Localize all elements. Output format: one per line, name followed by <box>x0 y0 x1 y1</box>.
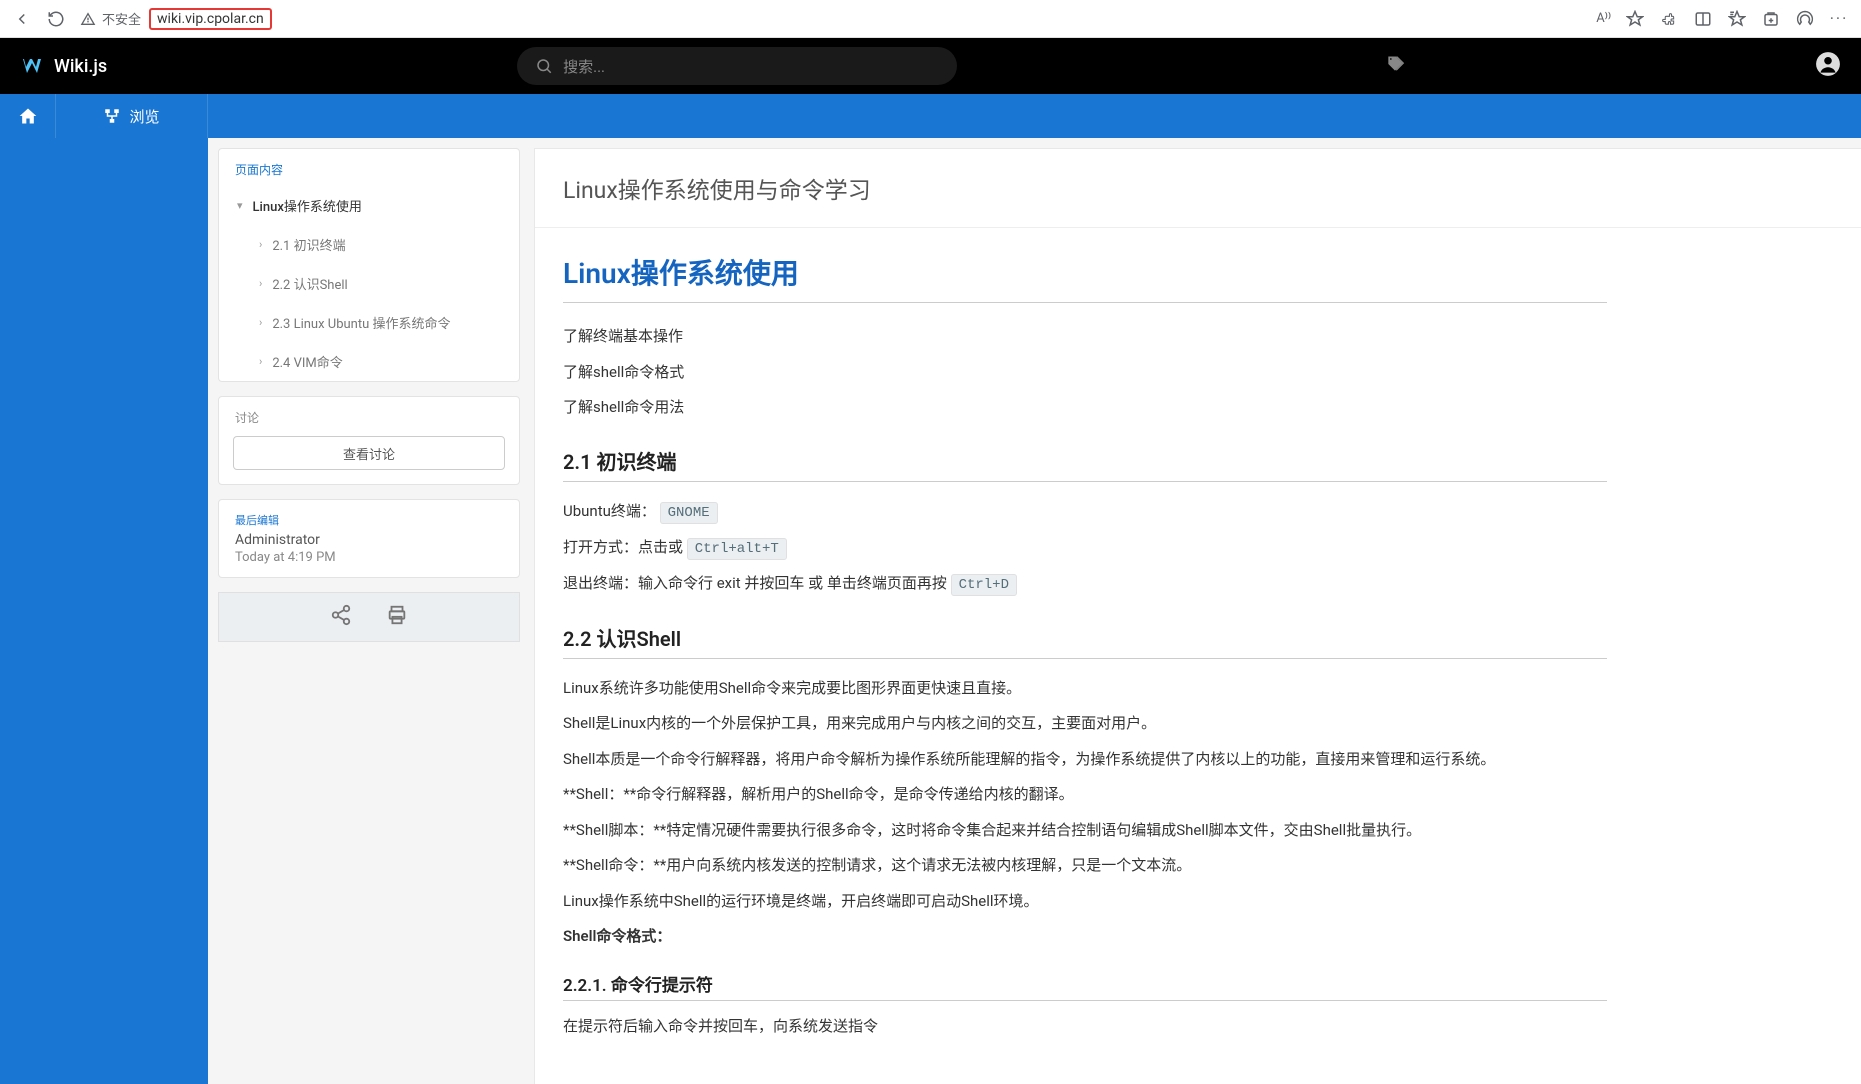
site-name: Wiki.js <box>54 56 107 77</box>
print-icon[interactable] <box>386 604 408 630</box>
chevron-down-icon: ▾ <box>237 199 243 212</box>
left-panels: 页面内容 ▾ Linux操作系统使用 › 2.1 初识终端 › 2.2 认识Sh… <box>218 148 520 642</box>
search-container: 搜索... <box>517 47 957 85</box>
heading-2: 2.1 初识终端 <box>563 446 1607 482</box>
toc-item[interactable]: ▾ Linux操作系统使用 <box>219 186 519 225</box>
page-header: Linux操作系统使用与命令学习 <box>535 149 1861 228</box>
paragraph: Shell命令格式： <box>563 921 1607 953</box>
paragraph: Linux系统许多功能使用Shell命令来完成要比图形界面更快速且直接。 <box>563 673 1607 705</box>
favorite-icon[interactable] <box>1625 9 1645 29</box>
browser-bar: 不安全 wiki.vip.cpolar.cn A⁾⁾ ··· <box>0 0 1861 38</box>
toc-item[interactable]: › 2.2 认识Shell <box>219 264 519 303</box>
toc-item[interactable]: › 2.1 初识终端 <box>219 225 519 264</box>
split-screen-icon[interactable] <box>1693 9 1713 29</box>
insecure-badge: 不安全 <box>80 9 141 28</box>
toc-item-label: 2.1 初识终端 <box>272 235 345 254</box>
toc-title: 页面内容 <box>219 149 519 186</box>
logo-icon <box>20 54 44 78</box>
collections-icon[interactable] <box>1761 9 1781 29</box>
text: Ubuntu终端： <box>563 502 656 520</box>
toc-item-label: Linux操作系统使用 <box>253 196 362 215</box>
paragraph: 打开方式：点击或 Ctrl+alt+T <box>563 532 1607 564</box>
main-layout: 页面内容 ▾ Linux操作系统使用 › 2.1 初识终端 › 2.2 认识Sh… <box>0 138 1861 1084</box>
search-icon <box>535 57 553 75</box>
paragraph: Shell是Linux内核的一个外层保护工具，用来完成用户与内核之间的交互，主要… <box>563 708 1607 740</box>
heading-2: 2.2 认识Shell <box>563 623 1607 659</box>
chevron-right-icon: › <box>259 355 262 368</box>
nav-toolbar: 浏览 <box>0 94 1861 138</box>
last-edit-author: Administrator <box>235 532 503 548</box>
paragraph: **Shell：**命令行解释器，解析用户的Shell命令，是命令传递给内核的翻… <box>563 779 1607 811</box>
heading-3: 2.2.1. 命令行提示符 <box>563 971 1607 1001</box>
toc-item[interactable]: › 2.3 Linux Ubuntu 操作系统命令 <box>219 303 519 342</box>
paragraph: **Shell脚本：**特定情况硬件需要执行很多命令，这时将命令集合起来并结合控… <box>563 815 1607 847</box>
search-placeholder: 搜索... <box>563 56 605 77</box>
address-bar[interactable]: 不安全 wiki.vip.cpolar.cn <box>80 8 1582 30</box>
read-aloud-icon[interactable]: A⁾⁾ <box>1596 11 1611 26</box>
paragraph: 了解shell命令格式 <box>563 357 1607 389</box>
more-icon[interactable]: ··· <box>1829 9 1849 29</box>
last-edit-label: 最后编辑 <box>235 512 503 528</box>
app-header: Wiki.js 搜索... <box>0 38 1861 94</box>
share-icon[interactable] <box>330 604 352 630</box>
paragraph: 退出终端：输入命令行 exit 并按回车 或 单击终端页面再按 Ctrl+D <box>563 568 1607 600</box>
chevron-right-icon: › <box>259 238 262 251</box>
paragraph: Shell本质是一个命令行解释器，将用户命令解析为操作系统所能理解的指令，为操作… <box>563 744 1607 776</box>
content-wrap: 页面内容 ▾ Linux操作系统使用 › 2.1 初识终端 › 2.2 认识Sh… <box>208 138 1861 1084</box>
article-body: Linux操作系统使用 了解终端基本操作 了解shell命令格式 了解shell… <box>535 228 1635 1084</box>
insecure-label: 不安全 <box>102 9 141 28</box>
toc-item-label: 2.3 Linux Ubuntu 操作系统命令 <box>272 313 450 332</box>
search-input[interactable]: 搜索... <box>517 47 957 85</box>
main-panel: Linux操作系统使用与命令学习 Linux操作系统使用 了解终端基本操作 了解… <box>534 148 1861 1084</box>
inline-code: Ctrl+D <box>951 574 1017 596</box>
url-text: wiki.vip.cpolar.cn <box>149 8 272 30</box>
account-icon[interactable] <box>1815 51 1841 81</box>
paragraph: 了解终端基本操作 <box>563 321 1607 353</box>
browse-label: 浏览 <box>129 106 159 127</box>
left-sidebar <box>0 138 208 1084</box>
paragraph: 了解shell命令用法 <box>563 392 1607 424</box>
view-discussion-button[interactable]: 查看讨论 <box>233 436 505 470</box>
toc-item-label: 2.4 VIM命令 <box>272 352 342 371</box>
discuss-card: 讨论 查看讨论 <box>218 396 520 485</box>
back-icon[interactable] <box>12 9 32 29</box>
discuss-title: 讨论 <box>219 397 519 436</box>
last-edit-card: 最后编辑 Administrator Today at 4:19 PM <box>218 499 520 578</box>
paragraph: Linux操作系统中Shell的运行环境是终端，开启终端即可启动Shell环境。 <box>563 886 1607 918</box>
toc-item-label: 2.2 认识Shell <box>272 274 347 293</box>
text: 退出终端：输入命令行 exit 并按回车 或 单击终端页面再按 <box>563 574 951 592</box>
home-button[interactable] <box>0 94 56 138</box>
refresh-icon[interactable] <box>46 9 66 29</box>
site-logo[interactable]: Wiki.js <box>20 54 107 78</box>
extension-icon[interactable] <box>1659 9 1679 29</box>
paragraph: 在提示符后输入命令并按回车，向系统发送指令 <box>563 1011 1607 1043</box>
paragraph: **Shell命令：**用户向系统内核发送的控制请求，这个请求无法被内核理解，只… <box>563 850 1607 882</box>
page-title: Linux操作系统使用与命令学习 <box>563 171 1833 205</box>
chevron-right-icon: › <box>259 277 262 290</box>
inline-code: Ctrl+alt+T <box>687 538 787 560</box>
page-actions-card <box>218 592 520 642</box>
toc-card: 页面内容 ▾ Linux操作系统使用 › 2.1 初识终端 › 2.2 认识Sh… <box>218 148 520 382</box>
inline-code: GNOME <box>660 502 718 524</box>
favorites-list-icon[interactable] <box>1727 9 1747 29</box>
browse-button[interactable]: 浏览 <box>56 94 208 138</box>
performance-icon[interactable] <box>1795 9 1815 29</box>
text: 打开方式：点击或 <box>563 538 687 556</box>
chevron-right-icon: › <box>259 316 262 329</box>
last-edit-time: Today at 4:19 PM <box>235 550 503 565</box>
heading-1: Linux操作系统使用 <box>563 252 1607 303</box>
paragraph: Ubuntu终端： GNOME <box>563 496 1607 528</box>
tree-icon <box>103 107 121 125</box>
tags-icon[interactable] <box>1385 54 1405 78</box>
toc-item[interactable]: › 2.4 VIM命令 <box>219 342 519 381</box>
